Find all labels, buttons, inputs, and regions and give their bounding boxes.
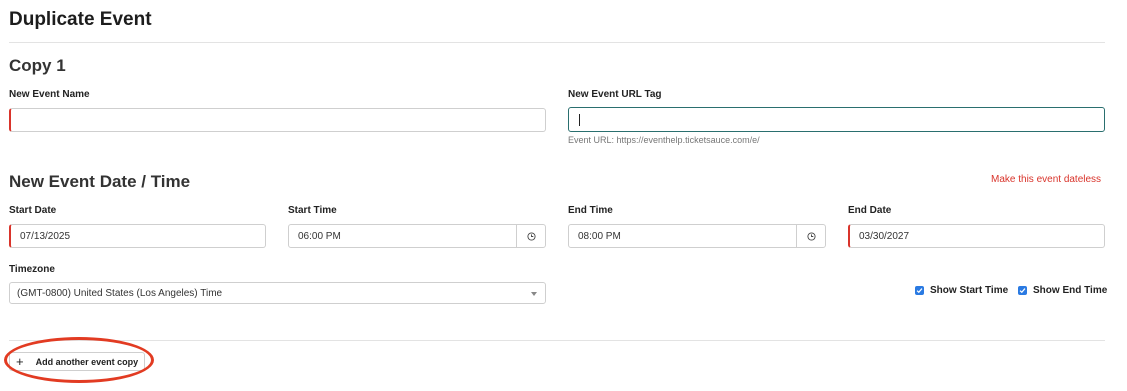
check-icon [1019,288,1026,294]
show-end-time-checkbox[interactable] [1018,286,1027,295]
start-time-value: 06:00 PM [298,230,341,242]
event-url-helper: Event URL: https://eventhelp.ticketsauce… [568,135,760,145]
event-name-input[interactable] [9,108,546,132]
footer-divider [9,340,1105,341]
timezone-label: Timezone [9,264,55,275]
start-date-value: 07/13/2025 [20,230,71,242]
end-time-label: End Time [568,205,613,216]
end-date-input[interactable]: 03/30/2027 [848,224,1105,248]
clock-icon [806,231,816,241]
text-caret [579,113,580,126]
start-time-label: Start Time [288,205,337,216]
end-date-value: 03/30/2027 [859,230,910,242]
show-end-time-option[interactable]: Show End Time [1018,285,1107,296]
event-name-label: New Event Name [9,89,90,100]
start-date-input[interactable]: 07/13/2025 [9,224,266,248]
url-tag-label: New Event URL Tag [568,89,662,100]
start-time-input[interactable]: 06:00 PM [288,224,546,248]
show-start-time-option[interactable]: Show Start Time [915,285,1008,296]
chevron-down-icon [531,292,537,296]
timezone-value: (GMT-0800) United States (Los Angeles) T… [17,287,223,299]
url-tag-input[interactable] [568,107,1105,132]
clock-icon [526,231,536,241]
end-date-label: End Date [848,205,892,216]
show-start-time-label: Show Start Time [930,285,1009,296]
end-time-value: 08:00 PM [578,230,621,242]
highlight-annotation [4,337,154,383]
start-date-label: Start Date [9,205,57,216]
header-divider [9,42,1105,43]
page-title: Duplicate Event [9,9,152,30]
check-icon [916,288,923,294]
end-time-picker[interactable] [796,225,825,247]
datetime-title: New Event Date / Time [9,172,191,191]
show-end-time-label: Show End Time [1033,285,1108,296]
copy-title: Copy 1 [9,56,66,75]
start-time-picker[interactable] [516,225,545,247]
end-time-input[interactable]: 08:00 PM [568,224,826,248]
make-dateless-link[interactable]: Make this event dateless [991,174,1101,185]
timezone-select[interactable]: (GMT-0800) United States (Los Angeles) T… [9,282,546,304]
show-start-time-checkbox[interactable] [915,286,924,295]
